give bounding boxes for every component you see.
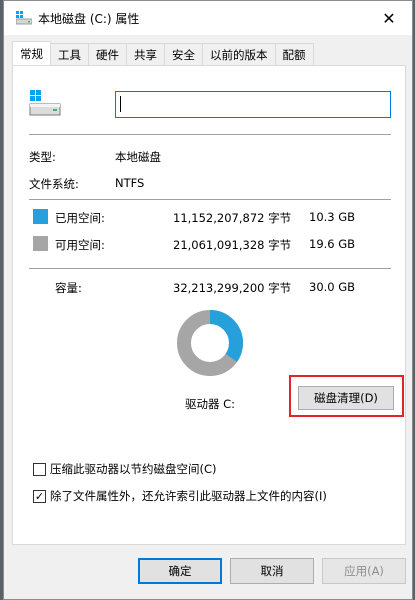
drive-icon <box>16 11 32 25</box>
used-space-size: 10.3 GB <box>309 210 356 224</box>
close-icon: ✕ <box>382 8 396 28</box>
disk-cleanup-button[interactable]: 磁盘清理(D) <box>298 386 394 410</box>
used-space-swatch <box>33 209 48 224</box>
compress-option[interactable]: 压缩此驱动器以节约磁盘空间(C) <box>33 461 217 477</box>
window-title: 本地磁盘 (C:) 属性 <box>38 12 140 26</box>
free-space-bytes: 21,061,091,328 字节 <box>173 238 292 252</box>
checkmark-icon: ✓ <box>34 489 45 503</box>
capacity-label: 容量: <box>55 281 82 295</box>
general-panel: 类型: 本地磁盘 文件系统: NTFS 已用空间: 11,152,207,872… <box>12 65 406 545</box>
free-space-swatch <box>33 236 48 251</box>
disk-usage-donut <box>177 310 243 376</box>
separator <box>29 199 391 200</box>
capacity-size: 30.0 GB <box>309 280 356 294</box>
type-label: 类型: <box>29 150 56 164</box>
tab-security[interactable]: 安全 <box>164 43 203 65</box>
tab-hardware[interactable]: 硬件 <box>88 43 127 65</box>
type-value: 本地磁盘 <box>115 150 161 164</box>
index-checkbox[interactable]: ✓ <box>33 489 46 503</box>
index-label[interactable]: 除了文件属性外，还允许索引此驱动器上文件的内容(I) <box>50 488 327 504</box>
text-caret <box>120 96 121 112</box>
index-option[interactable]: ✓ 除了文件属性外，还允许索引此驱动器上文件的内容(I) <box>33 488 327 504</box>
volume-name-input[interactable] <box>115 91 391 118</box>
tab-general[interactable]: 常规 <box>12 41 51 65</box>
tab-tools[interactable]: 工具 <box>50 43 89 65</box>
apply-button[interactable]: 应用(A) <box>322 558 406 584</box>
filesystem-label: 文件系统: <box>29 177 79 191</box>
close-button[interactable]: ✕ <box>366 1 412 35</box>
compress-label[interactable]: 压缩此驱动器以节约磁盘空间(C) <box>50 461 217 477</box>
used-space-bytes: 11,152,207,872 字节 <box>173 211 292 225</box>
ok-button[interactable]: 确定 <box>138 558 222 584</box>
drive-letter-label: 驱动器 C: <box>185 397 236 411</box>
tab-sharing[interactable]: 共享 <box>126 43 165 65</box>
cancel-button[interactable]: 取消 <box>230 558 314 584</box>
separator <box>29 268 391 269</box>
drive-icon <box>29 90 61 116</box>
tab-strip: 常规 工具 硬件 共享 安全 以前的版本 配额 <box>12 41 314 65</box>
title-bar[interactable]: 本地磁盘 (C:) 属性 ✕ <box>4 1 412 35</box>
compress-checkbox[interactable] <box>33 462 46 476</box>
properties-dialog: 本地磁盘 (C:) 属性 ✕ 常规 工具 硬件 共享 安全 以前的版本 配额 类… <box>3 0 413 600</box>
capacity-bytes: 32,213,299,200 字节 <box>173 281 292 295</box>
tab-quota[interactable]: 配额 <box>274 43 314 65</box>
tab-previous-versions[interactable]: 以前的版本 <box>202 43 276 65</box>
free-space-label: 可用空间: <box>55 238 105 252</box>
filesystem-value: NTFS <box>115 176 145 190</box>
used-space-label: 已用空间: <box>55 211 105 225</box>
free-space-size: 19.6 GB <box>309 237 356 251</box>
separator <box>29 134 391 135</box>
